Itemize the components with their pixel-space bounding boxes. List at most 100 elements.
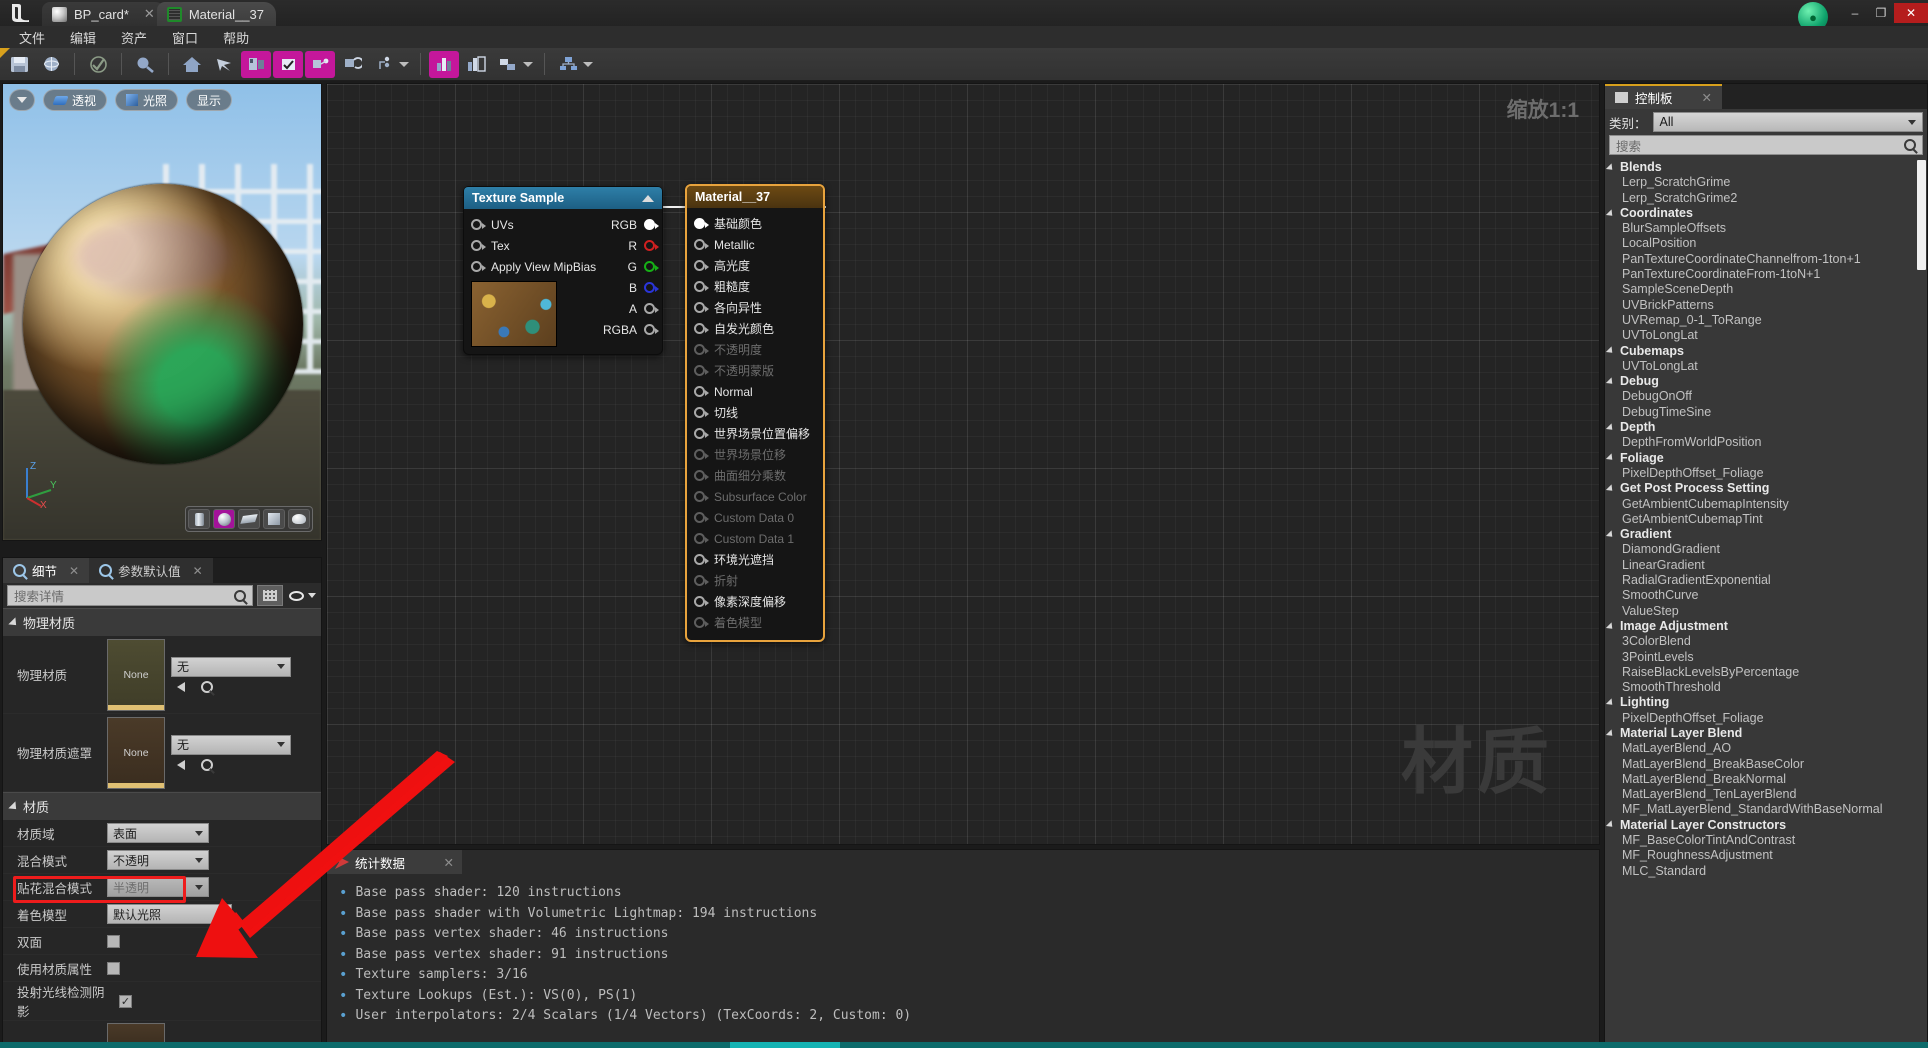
input-pin-icon[interactable]: [694, 491, 709, 502]
live-preview-icon[interactable]: [273, 50, 303, 78]
input-pin-icon[interactable]: [694, 554, 709, 565]
menu-window[interactable]: 窗口: [161, 26, 209, 49]
palette-item[interactable]: DiamondGradient: [1605, 542, 1927, 557]
palette-category-image-adjustment[interactable]: Image Adjustment: [1605, 619, 1927, 634]
palette-category-cubemaps[interactable]: Cubemaps: [1605, 344, 1927, 359]
palette-category-foliage[interactable]: Foliage: [1605, 451, 1927, 466]
details-search-input[interactable]: 搜索详情: [7, 585, 253, 606]
node-header[interactable]: Texture Sample: [464, 187, 662, 209]
output-pin-icon[interactable]: [644, 282, 659, 293]
node-output-pin[interactable]: RGBA: [572, 319, 662, 340]
home-icon[interactable]: [177, 51, 207, 78]
preview-node-icon[interactable]: [241, 50, 271, 78]
input-pin-icon[interactable]: [694, 302, 709, 313]
palette-item[interactable]: SmoothCurve: [1605, 588, 1927, 603]
node-input-pin[interactable]: 环境光遮挡: [687, 549, 823, 570]
input-pin-icon[interactable]: [694, 449, 709, 460]
node-input-pin[interactable]: UVs: [464, 214, 572, 235]
shape-sphere-button[interactable]: [213, 509, 235, 529]
live-nodes-icon[interactable]: [305, 50, 335, 78]
input-pin-icon[interactable]: [694, 596, 709, 607]
input-pin-icon[interactable]: [694, 281, 709, 292]
palette-item[interactable]: UVToLongLat: [1605, 328, 1927, 343]
node-texture-sample[interactable]: Texture Sample UVs Tex Apply View MipBia…: [463, 186, 663, 355]
chevron-down-icon[interactable]: [523, 61, 533, 67]
node-input-pin[interactable]: 世界场景位置偏移: [687, 423, 823, 444]
close-icon[interactable]: ✕: [444, 855, 454, 870]
node-input-pin[interactable]: 切线: [687, 402, 823, 423]
node-input-pin[interactable]: 不透明蒙版: [687, 360, 823, 381]
asset-thumbnail[interactable]: None: [107, 716, 165, 789]
decal-blend-mode-combo[interactable]: 半透明: [107, 877, 209, 897]
input-pin-icon[interactable]: [471, 261, 486, 272]
minimize-button[interactable]: –: [1842, 3, 1868, 23]
input-pin-icon[interactable]: [694, 428, 709, 439]
menu-file[interactable]: 文件: [8, 26, 56, 49]
shape-cylinder-button[interactable]: [188, 509, 210, 529]
details-visibility-button[interactable]: [287, 585, 317, 606]
editor-tab-material-37[interactable]: Material__37: [156, 2, 276, 26]
preview-mesh-sphere[interactable]: [23, 184, 303, 464]
node-input-pin[interactable]: 着色模型: [687, 612, 823, 633]
input-pin-icon[interactable]: [694, 344, 709, 355]
two-sided-checkbox[interactable]: [107, 934, 120, 948]
chevron-down-icon[interactable]: [583, 61, 593, 67]
apply-icon[interactable]: [83, 51, 113, 78]
browse-asset-icon[interactable]: [201, 680, 213, 693]
input-pin-icon[interactable]: [694, 323, 709, 334]
node-input-pin[interactable]: 各向异性: [687, 297, 823, 318]
node-input-pin[interactable]: 自发光颜色: [687, 318, 823, 339]
use-material-attributes-checkbox[interactable]: [107, 961, 120, 975]
node-input-pin[interactable]: Custom Data 1: [687, 528, 823, 549]
graph-connections-icon[interactable]: [553, 51, 583, 78]
palette-item[interactable]: MatLayerBlend_BreakBaseColor: [1605, 757, 1927, 772]
output-pin-icon[interactable]: [644, 240, 659, 251]
palette-category-depth[interactable]: Depth: [1605, 420, 1927, 435]
palette-category-lighting[interactable]: Lighting: [1605, 695, 1927, 710]
input-pin-icon[interactable]: [694, 365, 709, 376]
asset-picker-combo[interactable]: 无: [171, 656, 291, 677]
live-update-icon[interactable]: [337, 51, 367, 78]
tab-stats[interactable]: 统计数据 ✕: [327, 850, 462, 874]
palette-category-combo[interactable]: All: [1652, 112, 1923, 132]
node-input-pin[interactable]: 像素深度偏移: [687, 591, 823, 612]
output-pin-icon[interactable]: [644, 324, 659, 335]
palette-item[interactable]: MatLayerBlend_AO: [1605, 741, 1927, 756]
tab-palette[interactable]: 控制板 ✕: [1605, 84, 1722, 109]
node-output-pin[interactable]: R: [572, 235, 662, 256]
node-input-pin[interactable]: 高光度: [687, 255, 823, 276]
input-pin-icon[interactable]: [471, 219, 486, 230]
hierarchy-icon[interactable]: [369, 51, 399, 78]
input-pin-icon[interactable]: [694, 533, 709, 544]
palette-item[interactable]: MLC_Standard: [1605, 864, 1927, 879]
palette-item[interactable]: ValueStep: [1605, 604, 1927, 619]
palette-item[interactable]: PixelDepthOffset_Foliage: [1605, 711, 1927, 726]
palette-item[interactable]: DepthFromWorldPosition: [1605, 435, 1927, 450]
close-icon[interactable]: ✕: [1702, 90, 1712, 105]
material-domain-combo[interactable]: 表面: [107, 823, 209, 843]
palette-item[interactable]: MatLayerBlend_BreakNormal: [1605, 772, 1927, 787]
palette-item[interactable]: BlurSampleOffsets: [1605, 221, 1927, 236]
node-input-pin[interactable]: 世界场景位移: [687, 444, 823, 465]
palette-category-debug[interactable]: Debug: [1605, 374, 1927, 389]
input-pin-icon[interactable]: [694, 218, 709, 229]
blend-mode-combo[interactable]: 不透明: [107, 850, 209, 870]
palette-item[interactable]: UVRemap_0-1_ToRange: [1605, 313, 1927, 328]
palette-scrollbar[interactable]: [1917, 160, 1926, 270]
node-input-pin[interactable]: 基础颜色: [687, 213, 823, 234]
section-physical-material[interactable]: 物理材质: [3, 608, 321, 636]
node-output-pin[interactable]: A: [572, 298, 662, 319]
collapse-icon[interactable]: [642, 194, 654, 202]
palette-item[interactable]: MF_BaseColorTintAndContrast: [1605, 833, 1927, 848]
section-material[interactable]: 材质: [3, 792, 321, 820]
palette-item[interactable]: MF_MatLayerBlend_StandardWithBaseNormal: [1605, 802, 1927, 817]
palette-item[interactable]: GetAmbientCubemapIntensity: [1605, 497, 1927, 512]
palette-item[interactable]: DebugTimeSine: [1605, 405, 1927, 420]
browse-icon[interactable]: [36, 51, 66, 78]
viewport-lit-button[interactable]: 光照: [115, 89, 179, 111]
viewport-perspective-button[interactable]: 透视: [43, 89, 108, 111]
node-input-pin[interactable]: 粗糙度: [687, 276, 823, 297]
node-input-pin[interactable]: Tex: [464, 235, 572, 256]
input-pin-icon[interactable]: [694, 260, 709, 271]
node-input-pin[interactable]: Subsurface Color: [687, 486, 823, 507]
